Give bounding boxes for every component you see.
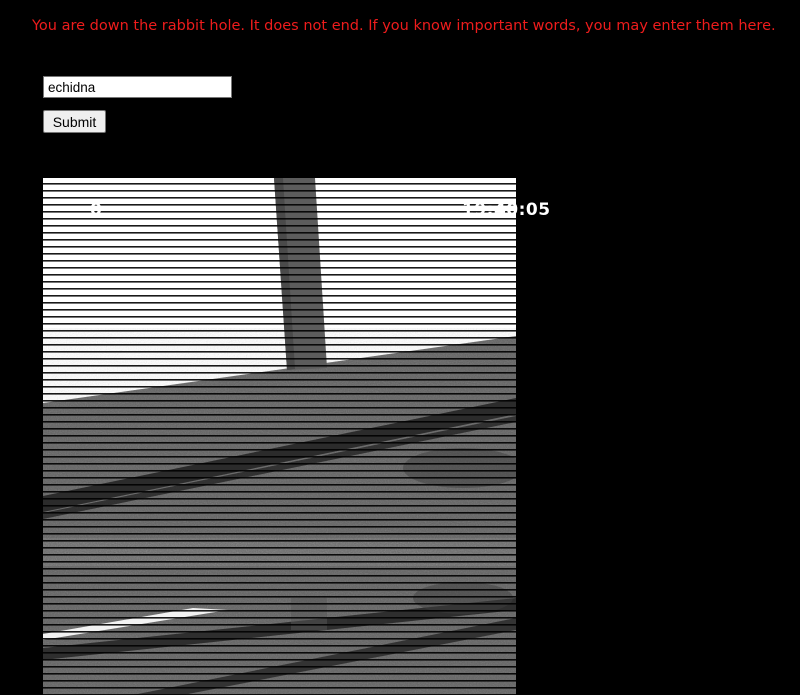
submit-button[interactable]: Submit bbox=[43, 110, 106, 133]
score-readout: 0 bbox=[90, 200, 102, 220]
clock-readout: 19:40:05 bbox=[462, 200, 551, 220]
important-words-input[interactable] bbox=[43, 76, 232, 98]
intro-text: You are down the rabbit hole. It does no… bbox=[32, 18, 776, 34]
page: You are down the rabbit hole. It does no… bbox=[0, 0, 800, 695]
game-canvas[interactable] bbox=[43, 178, 516, 695]
scanlines bbox=[43, 178, 516, 695]
